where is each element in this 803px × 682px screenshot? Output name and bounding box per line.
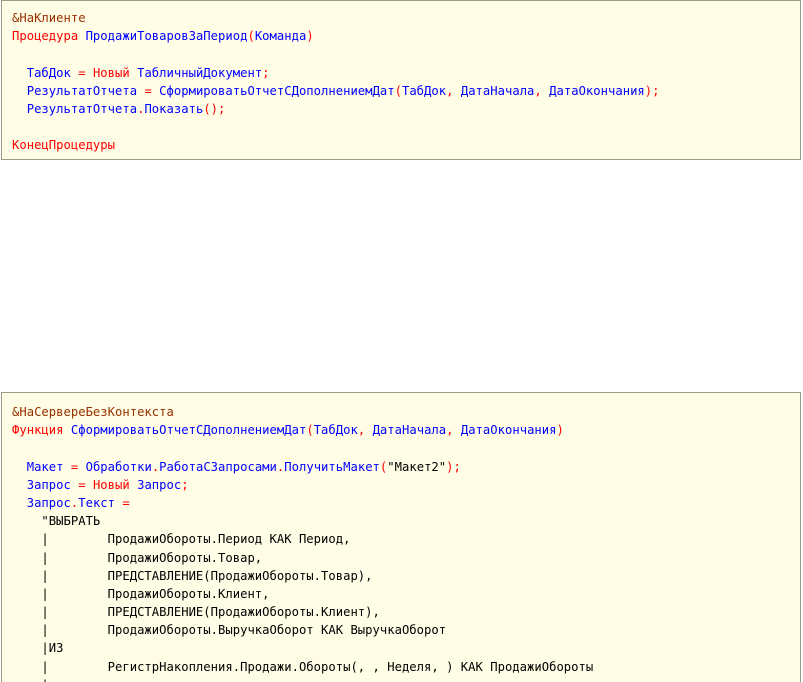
code-line: КонецПроцедуры [12, 136, 800, 154]
code-token: Команда [254, 29, 307, 44]
code-token: , [357, 423, 373, 438]
code-token: ДатаНачала [372, 423, 447, 438]
code-token: ( [247, 29, 255, 44]
code-line: Процедура ПродажиТоваровЗаПериод(Команда… [12, 27, 800, 45]
code-token: | ПРЕДСТАВЛЕНИЕ(ПродажиОбороты.Товар), [12, 568, 373, 583]
code-token: ); [446, 459, 461, 474]
code-token: Показать [144, 101, 204, 116]
code-token: ДатаОкончания [549, 83, 645, 98]
code-line: | ПродажиОбороты.ВыручкаОборот КАК Выруч… [12, 621, 800, 639]
code-token: , [446, 423, 461, 438]
code-token: Процедура [12, 29, 86, 44]
code-token: СформироватьОтчетСДополнениемДат [159, 83, 395, 98]
code-token: РезультатОтчета [12, 83, 145, 98]
code-token: ТабличныйДокумент [137, 65, 263, 80]
code-token: ТабДок [313, 423, 358, 438]
code-token: |ИЗ [12, 641, 64, 656]
code-token: Новый [92, 477, 138, 492]
code-token: &НаКлиенте [12, 11, 86, 25]
code-token: ) [306, 29, 314, 44]
code-line: РезультатОтчета = СформироватьОтчетСДопо… [12, 82, 800, 100]
code-token: = [144, 83, 160, 98]
code-line: Запрос.Текст = [12, 494, 800, 512]
code-token: СформироватьОтчетСДополнениемДат [70, 423, 307, 438]
code-token: | ПродажиОбороты.Период КАК Период, [12, 532, 351, 547]
code-token: ( [306, 423, 314, 438]
code-token: | ПродажиОбороты.Товар, [12, 550, 263, 565]
code-token: Функция [12, 423, 71, 438]
code-line: | ПродажиОбороты.Клиент, [12, 585, 800, 603]
code-line: "ВЫБРАТЬ [12, 512, 800, 530]
code-token: Обработки [85, 459, 152, 474]
code-line: | РегистрНакопления.Продажи.Обороты(, , … [12, 658, 800, 676]
code-token: | РегистрНакопления.Продажи.Обороты(, , … [12, 659, 594, 674]
code-token: КонецПроцедуры [12, 138, 116, 153]
code-token: ); [644, 83, 660, 98]
code-line: | [12, 676, 800, 682]
code-token: ДатаНачала [460, 83, 535, 98]
code-panel-bottom: &НаСервереБезКонтекста Функция Сформирова… [1, 392, 801, 682]
code-token: , [534, 83, 550, 98]
code-token: Макет [12, 459, 71, 474]
code-token: &НаСервереБезКонтекста [12, 405, 174, 419]
code-token: = [122, 495, 130, 510]
code-panel-top: &НаКлиенте Процедура ПродажиТоваровЗаПери… [1, 0, 801, 160]
code-token: | ПРЕДСТАВЛЕНИЕ(ПродажиОбороты.Клиент), [12, 605, 380, 620]
code-token: Запрос [12, 495, 71, 510]
code-token: ; [262, 65, 270, 80]
code-line: | ПРЕДСТАВЛЕНИЕ(ПродажиОбороты.Товар), [12, 567, 800, 585]
code-token: ПродажиТоваровЗаПериод [85, 29, 248, 44]
code-line: |ИЗ [12, 639, 800, 657]
code-token: РаботаСЗапросами [159, 459, 277, 474]
code-token: "ВЫБРАТЬ [12, 514, 101, 529]
code-token: ; [181, 477, 189, 492]
code-line: РезультатОтчета.Показать(); [12, 100, 800, 118]
code-token: ( [394, 83, 402, 98]
code-token: = [78, 65, 93, 80]
code-line: Запрос = Новый Запрос; [12, 476, 800, 494]
code-token: ТабДок [12, 65, 79, 80]
code-line: Функция СформироватьОтчетСДополнениемДат… [12, 421, 800, 439]
code-token: ) [556, 423, 564, 438]
code-line: &НаКлиенте [12, 9, 800, 27]
code-token: = [78, 477, 93, 492]
code-token: Текст [78, 495, 123, 510]
code-line: | ПродажиОбороты.Период КАК Период, [12, 530, 800, 548]
code-token: (); [203, 101, 226, 116]
code-line: &НаСервереБезКонтекста [12, 403, 800, 421]
code-token: | ПродажиОбороты.ВыручкаОборот КАК Выруч… [12, 623, 447, 638]
code-line: | ПРЕДСТАВЛЕНИЕ(ПродажиОбороты.Клиент), [12, 603, 800, 621]
code-line: Макет = Обработки.РаботаСЗапросами.Получ… [12, 458, 800, 476]
code-token: ТабДок [401, 83, 447, 98]
code-token: Запрос [12, 477, 79, 492]
code-token: "Макет2" [387, 459, 447, 474]
code-token: Новый [92, 65, 138, 80]
code-token: = [70, 459, 86, 474]
code-line: ТабДок = Новый ТабличныйДокумент; [12, 64, 800, 82]
code-token: РезультатОтчета [12, 101, 138, 116]
code-token: ДатаОкончания [460, 423, 557, 438]
code-token: ПолучитьМакет [284, 459, 380, 474]
code-line: | ПродажиОбороты.Товар, [12, 549, 800, 567]
code-token: | ПродажиОбороты.Клиент, [12, 586, 270, 601]
code-token: , [446, 83, 461, 98]
code-token: Запрос [137, 477, 182, 492]
